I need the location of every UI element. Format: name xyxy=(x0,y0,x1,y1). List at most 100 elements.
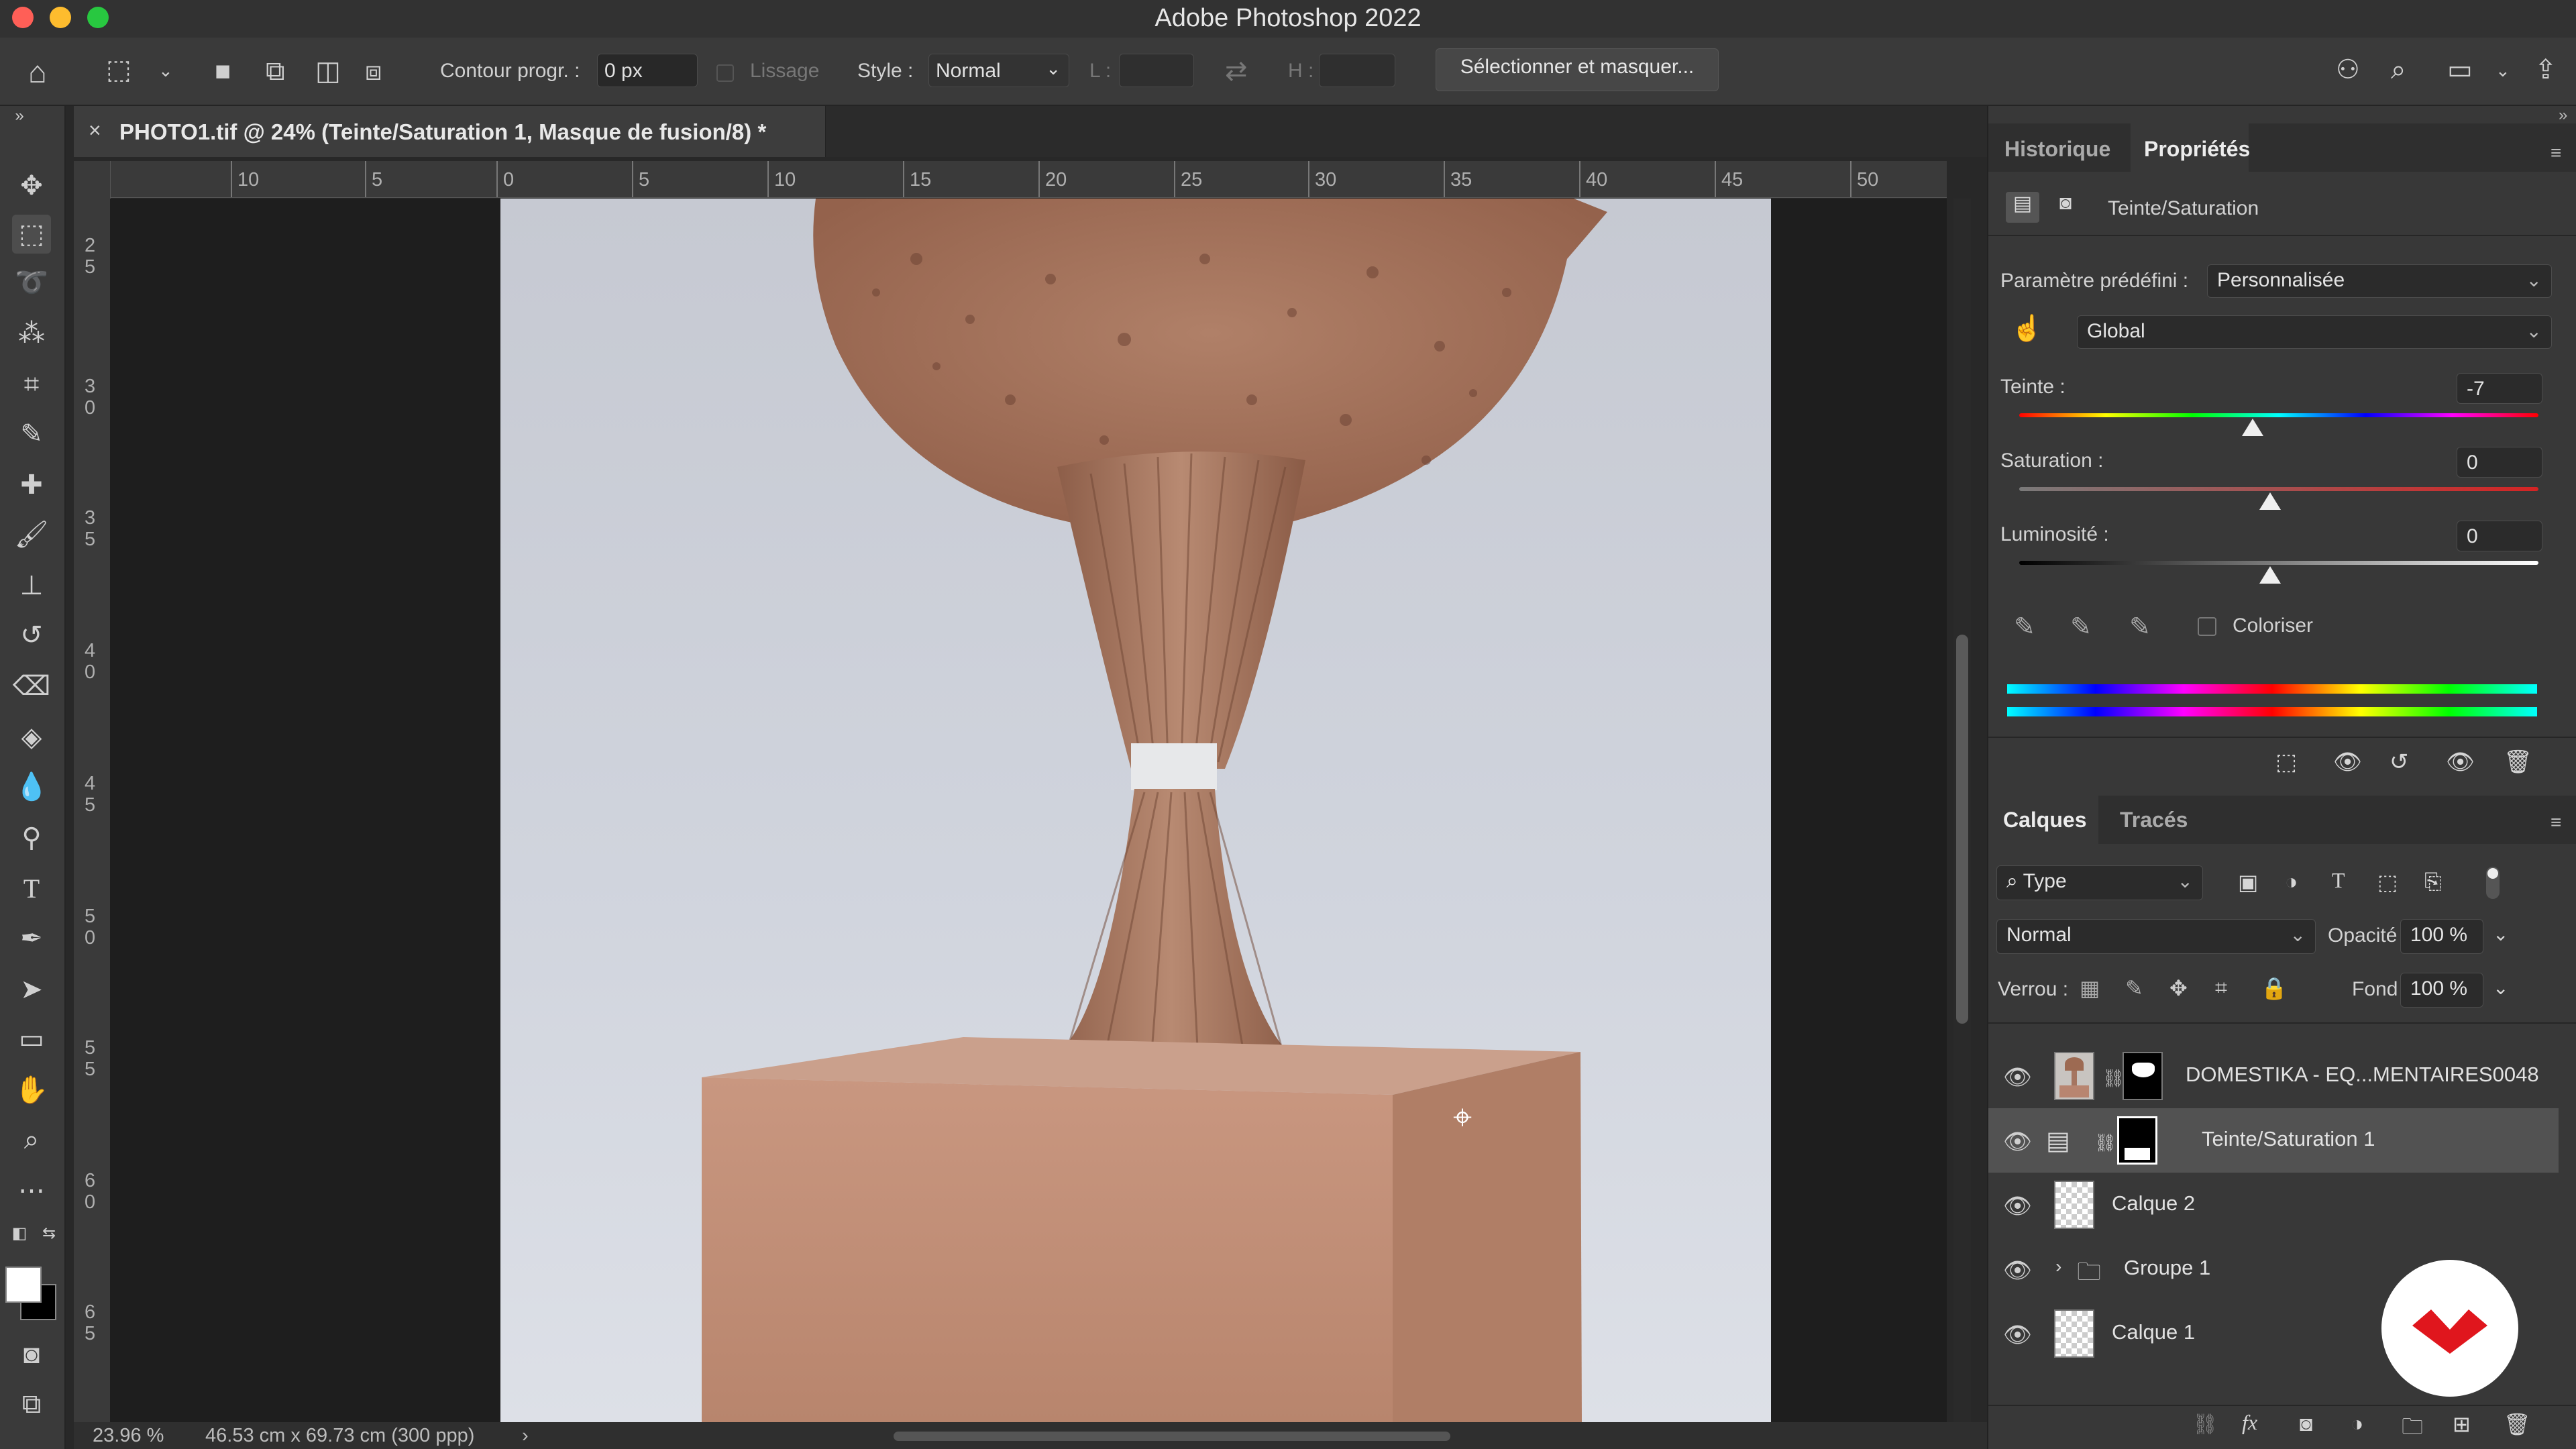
height-input[interactable] xyxy=(1319,54,1395,87)
eyedropper-add-icon[interactable]: ✎ xyxy=(2070,612,2092,642)
document-tab[interactable]: × PHOTO1.tif @ 24% (Teinte/Saturation 1,… xyxy=(74,106,826,157)
tab-properties[interactable]: Propriétés xyxy=(2144,137,2250,162)
workspace-icon[interactable]: ▭ xyxy=(2447,56,2473,83)
home-icon[interactable]: ⌂ xyxy=(28,56,47,87)
filter-toggle[interactable] xyxy=(2486,867,2500,899)
width-input[interactable] xyxy=(1119,54,1194,87)
add-mask-icon[interactable]: ◙ xyxy=(2300,1411,2312,1436)
new-selection-icon[interactable]: ■ xyxy=(215,58,231,85)
search-icon[interactable]: ⌕ xyxy=(2391,56,2406,83)
hand-tool-icon[interactable]: ✋ xyxy=(12,1071,51,1110)
clone-stamp-tool-icon[interactable]: ⊥ xyxy=(12,566,51,605)
intersect-selection-icon[interactable]: ⧈ xyxy=(365,58,382,85)
preset-select[interactable]: Personnalisée ⌄ xyxy=(2207,264,2552,298)
scrollbar-thumb[interactable] xyxy=(1956,635,1968,1024)
lightness-slider-thumb[interactable] xyxy=(2259,566,2281,584)
visibility-eye-icon[interactable]: 👁 xyxy=(2003,1257,2032,1284)
new-layer-icon[interactable]: ⊞ xyxy=(2453,1411,2471,1437)
visibility-eye-icon[interactable]: 👁 xyxy=(2003,1193,2032,1220)
close-tab-icon[interactable]: × xyxy=(89,118,101,143)
adjustment-layer-icon[interactable]: ▤ xyxy=(2006,192,2039,223)
filter-adjustment-icon[interactable]: ◑ xyxy=(2285,869,2298,894)
visibility-eye-icon[interactable]: 👁 xyxy=(2003,1322,2032,1348)
swap-colors-icon[interactable]: ⇆ xyxy=(30,1214,68,1253)
collapse-panels-icon[interactable]: » xyxy=(0,106,39,126)
delete-layer-icon[interactable]: 🗑 xyxy=(2504,1411,2531,1437)
filter-type-icon[interactable]: T xyxy=(2332,868,2345,893)
pen-tool-icon[interactable]: ✒ xyxy=(12,919,51,958)
view-previous-state-icon[interactable]: 👁 xyxy=(2333,749,2362,775)
chevron-down-icon[interactable]: ⌄ xyxy=(2496,62,2510,79)
layer-style-fx-icon[interactable]: fx xyxy=(2242,1410,2257,1435)
fill-input[interactable]: 100 % xyxy=(2400,973,2483,1008)
magic-wand-tool-icon[interactable]: ⁂ xyxy=(12,314,51,353)
subtract-from-selection-icon[interactable]: ◫ xyxy=(315,58,341,85)
marquee-tool-preset-icon[interactable]: ⬚ xyxy=(106,56,131,83)
share-icon[interactable]: ⇪ xyxy=(2534,56,2557,83)
expand-group-icon[interactable]: › xyxy=(2055,1256,2061,1277)
select-and-mask-button[interactable]: Sélectionner et masquer... xyxy=(1436,48,1719,91)
lock-transparency-icon[interactable]: ▦ xyxy=(2080,975,2100,1001)
delete-icon[interactable]: 🗑 xyxy=(2504,749,2532,775)
visibility-eye-icon[interactable]: 👁 xyxy=(2003,1128,2032,1155)
new-adjustment-icon[interactable]: ◑ xyxy=(2351,1411,2363,1436)
collapse-dock-icon[interactable]: » xyxy=(2559,106,2567,125)
zoom-tool-icon[interactable]: ⌕ xyxy=(12,1120,51,1159)
learn-icon[interactable]: ⚇ xyxy=(2336,56,2360,83)
link-icon[interactable]: ⛓ xyxy=(2102,1068,2125,1089)
type-tool-icon[interactable]: T xyxy=(12,869,51,908)
blend-mode-select[interactable]: Normal ⌄ xyxy=(1996,919,2316,954)
chevron-down-icon[interactable]: ⌄ xyxy=(2493,923,2508,945)
eyedropper-tool-icon[interactable]: ✎ xyxy=(12,415,51,453)
reset-icon[interactable]: ↺ xyxy=(2390,749,2409,775)
hue-slider-thumb[interactable] xyxy=(2242,419,2263,436)
saturation-slider-thumb[interactable] xyxy=(2259,492,2281,510)
tab-history[interactable]: Historique xyxy=(2004,137,2110,162)
lock-pixels-icon[interactable]: ✎ xyxy=(2125,975,2143,1001)
move-tool-icon[interactable]: ✥ xyxy=(12,166,51,205)
colorize-checkbox[interactable] xyxy=(2198,617,2216,636)
lightness-input[interactable]: 0 xyxy=(2457,521,2542,551)
layer-mask-thumbnail[interactable] xyxy=(2117,1116,2157,1165)
filter-shape-icon[interactable]: ⬚ xyxy=(2377,869,2398,895)
canvas-vertical-scrollbar[interactable] xyxy=(1953,199,1971,1422)
lock-all-icon[interactable]: 🔒 xyxy=(2261,975,2288,1001)
crop-tool-icon[interactable]: ⌗ xyxy=(12,365,51,404)
channel-select[interactable]: Global ⌄ xyxy=(2077,315,2552,349)
path-selection-tool-icon[interactable]: ➤ xyxy=(12,970,51,1009)
saturation-input[interactable]: 0 xyxy=(2457,447,2542,478)
healing-brush-tool-icon[interactable]: ✚ xyxy=(12,466,51,504)
targeted-adjustment-hand-icon[interactable]: ☝ xyxy=(2011,314,2043,343)
visibility-icon[interactable]: 👁 xyxy=(2446,749,2475,775)
new-group-icon[interactable]: 🗀 xyxy=(2402,1411,2423,1448)
opacity-input[interactable]: 100 % xyxy=(2400,919,2483,954)
hue-slider-track[interactable] xyxy=(2019,413,2538,417)
paint-bucket-tool-icon[interactable]: ◈ xyxy=(12,718,51,757)
visibility-eye-icon[interactable]: 👁 xyxy=(2003,1064,2032,1091)
history-brush-tool-icon[interactable]: ↺ xyxy=(12,616,51,655)
screen-mode-icon[interactable]: ⧉ xyxy=(12,1385,51,1424)
hue-input[interactable]: -7 xyxy=(2457,373,2542,404)
document-image[interactable]: ⌖ xyxy=(500,199,1771,1422)
link-icon[interactable]: ⛓ xyxy=(2094,1132,2116,1153)
layer-mask-thumbnail[interactable] xyxy=(2123,1052,2163,1100)
panel-menu-icon[interactable]: ≡ xyxy=(2551,812,2561,833)
panel-menu-icon[interactable]: ≡ xyxy=(2551,142,2561,164)
chevron-right-icon[interactable]: › xyxy=(522,1425,529,1447)
zoom-level[interactable]: 23.96 % xyxy=(93,1425,164,1447)
brush-tool-icon[interactable]: 🖌 xyxy=(12,515,51,554)
dodge-tool-icon[interactable]: ⚲ xyxy=(12,818,51,857)
antialias-checkbox[interactable] xyxy=(716,64,734,82)
saturation-slider-track[interactable] xyxy=(2019,487,2538,491)
chevron-down-icon[interactable]: ⌄ xyxy=(158,62,173,79)
marquee-tool-icon[interactable]: ⬚ xyxy=(12,215,51,254)
swap-icon[interactable]: ⇄ xyxy=(1225,58,1248,85)
layer-filter-select[interactable]: ⌕ Type ⌄ xyxy=(1996,865,2203,900)
eyedropper-icon[interactable]: ✎ xyxy=(2014,612,2035,642)
canvas-area[interactable]: ⌖ xyxy=(110,199,1947,1422)
style-select[interactable]: Normal ⌄ xyxy=(928,54,1069,87)
filter-smart-object-icon[interactable]: ⎘ xyxy=(2424,869,2442,895)
canvas-horizontal-scrollbar[interactable] xyxy=(894,1432,1450,1441)
clip-to-layer-icon[interactable]: ⬚ xyxy=(2275,749,2297,775)
feather-input[interactable]: 0 px xyxy=(597,54,698,87)
